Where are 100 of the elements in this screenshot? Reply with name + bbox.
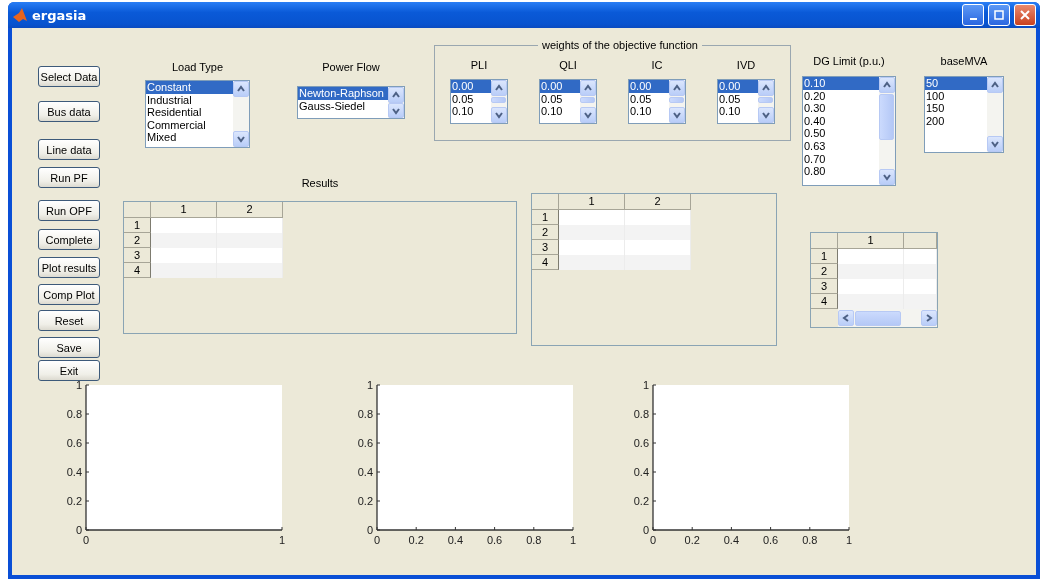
list-box[interactable]: Newton-Raphson Gauss-Siedel: [297, 86, 405, 119]
list-item[interactable]: 0.40: [803, 114, 879, 128]
list-item[interactable]: 100: [925, 89, 987, 103]
list-item[interactable]: Newton-Raphson: [298, 87, 388, 100]
list-box[interactable]: 0.00 0.05 0.10: [717, 79, 775, 124]
scrollbar-track[interactable]: [879, 77, 895, 185]
scroll-up-button[interactable]: [491, 80, 507, 96]
scroll-thumb[interactable]: [879, 94, 894, 140]
list-item[interactable]: 150: [925, 102, 987, 115]
scroll-left-button[interactable]: [838, 310, 854, 326]
list-item[interactable]: 0.63: [803, 139, 879, 153]
list-item[interactable]: 0.05: [629, 92, 669, 106]
table-cell[interactable]: [904, 249, 937, 264]
table-cell[interactable]: [838, 249, 904, 264]
action-button[interactable]: Plot results: [38, 257, 100, 278]
action-button[interactable]: Select Data: [38, 66, 100, 87]
list-item[interactable]: 0.20: [803, 89, 879, 103]
list-item[interactable]: 50: [925, 77, 987, 90]
table-cell[interactable]: [559, 240, 625, 255]
scroll-down-button[interactable]: [580, 107, 596, 123]
list-item[interactable]: 0.10: [540, 105, 580, 118]
list-item[interactable]: Residential: [146, 106, 233, 119]
list-item[interactable]: 0.00: [540, 80, 580, 93]
scroll-right-button[interactable]: [921, 310, 937, 326]
table-cell[interactable]: [559, 225, 625, 240]
maximize-button[interactable]: [988, 4, 1010, 26]
list-item[interactable]: 0.70: [803, 152, 879, 166]
scroll-down-button[interactable]: [669, 107, 685, 123]
action-button[interactable]: Save: [38, 337, 100, 358]
list-item[interactable]: 0.05: [718, 92, 758, 106]
table-cell[interactable]: [904, 294, 937, 309]
list-item[interactable]: Industrial: [146, 93, 233, 107]
action-button[interactable]: Exit: [38, 360, 100, 381]
list-item[interactable]: 0.00: [629, 80, 669, 93]
close-button[interactable]: [1014, 4, 1036, 26]
list-item[interactable]: 0.00: [451, 80, 491, 93]
scrollbar-track[interactable]: [233, 81, 249, 147]
scroll-thumb[interactable]: [580, 97, 595, 103]
scroll-down-button[interactable]: [233, 131, 249, 147]
list-box[interactable]: 0.00 0.05 0.10: [628, 79, 686, 124]
scrollbar-track[interactable]: [838, 309, 937, 327]
table-cell[interactable]: [625, 225, 691, 240]
scroll-down-button[interactable]: [758, 107, 774, 123]
list-item[interactable]: Gauss-Siedel: [298, 99, 388, 113]
list-item[interactable]: 0.10: [718, 105, 758, 118]
table-cell[interactable]: [904, 279, 937, 294]
table-cell[interactable]: [559, 210, 625, 225]
action-button[interactable]: Run PF: [38, 167, 100, 188]
scroll-up-button[interactable]: [987, 77, 1003, 93]
scrollbar-track[interactable]: [388, 87, 404, 118]
scroll-up-button[interactable]: [388, 87, 404, 103]
list-item[interactable]: Mixed: [146, 131, 233, 144]
scroll-up-button[interactable]: [758, 80, 774, 96]
scroll-thumb[interactable]: [491, 97, 506, 103]
table-cell[interactable]: [625, 210, 691, 225]
action-button[interactable]: Reset: [38, 310, 100, 331]
list-box[interactable]: Constant Industrial Residential Commercial Mixed: [145, 80, 250, 148]
scroll-thumb[interactable]: [855, 310, 901, 326]
scrollbar-track[interactable]: [758, 80, 774, 123]
scroll-up-button[interactable]: [233, 81, 249, 97]
list-box[interactable]: 0.00 0.05 0.10: [539, 79, 597, 124]
list-item[interactable]: 0.00: [718, 80, 758, 93]
scrollbar-track[interactable]: [580, 80, 596, 123]
scroll-up-button[interactable]: [669, 80, 685, 96]
list-item[interactable]: 0.05: [540, 92, 580, 106]
scroll-down-button[interactable]: [491, 107, 507, 123]
table-cell[interactable]: [904, 264, 937, 279]
action-button[interactable]: Line data: [38, 139, 100, 160]
scroll-thumb[interactable]: [669, 97, 684, 103]
table-cell[interactable]: [151, 263, 217, 278]
list-box[interactable]: 0.10 0.20 0.30 0.40 0.50 0.63 0.70 0.80: [802, 76, 896, 186]
scroll-up-button[interactable]: [879, 77, 895, 93]
action-button[interactable]: Comp Plot: [38, 284, 100, 305]
scroll-down-button[interactable]: [388, 103, 404, 118]
scroll-down-button[interactable]: [987, 136, 1003, 152]
table-cell[interactable]: [838, 294, 904, 309]
list-item[interactable]: Constant: [146, 81, 233, 94]
list-item[interactable]: 0.10: [803, 77, 879, 90]
table-cell[interactable]: [217, 263, 283, 278]
action-button[interactable]: Run OPF: [38, 200, 100, 221]
scrollbar-track[interactable]: [987, 77, 1003, 152]
list-item[interactable]: 0.30: [803, 102, 879, 115]
scrollbar-track[interactable]: [669, 80, 685, 123]
table-cell[interactable]: [838, 264, 904, 279]
list-item[interactable]: 200: [925, 114, 987, 128]
list-item[interactable]: 0.10: [629, 105, 669, 118]
list-item[interactable]: 0.50: [803, 127, 879, 140]
table-cell[interactable]: [217, 218, 283, 233]
table-cell[interactable]: [151, 218, 217, 233]
table-cell[interactable]: [625, 240, 691, 255]
minimize-button[interactable]: [962, 4, 984, 26]
list-item[interactable]: Commercial: [146, 118, 233, 132]
table-cell[interactable]: [217, 248, 283, 263]
action-button[interactable]: Complete: [38, 229, 100, 250]
scroll-down-button[interactable]: [879, 169, 895, 185]
list-box[interactable]: 50 100 150 200: [924, 76, 1004, 153]
list-item[interactable]: 0.10: [451, 105, 491, 118]
table-cell[interactable]: [838, 279, 904, 294]
action-button[interactable]: Bus data: [38, 101, 100, 122]
table-cell[interactable]: [559, 255, 625, 270]
